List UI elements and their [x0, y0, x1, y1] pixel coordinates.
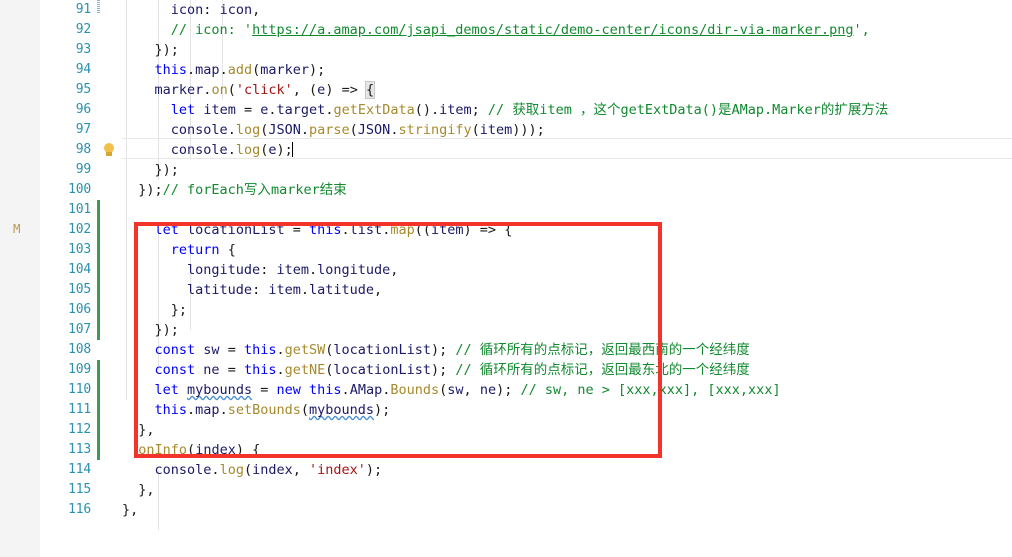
line-number: 107 [68, 322, 91, 337]
line-number: 114 [68, 462, 91, 477]
editor-marker-strip: M [0, 0, 40, 557]
code-line[interactable]: const ne = this.getNE(locationList); // … [122, 360, 1012, 380]
line-number: 115 [68, 482, 91, 497]
code-line[interactable]: }, [122, 500, 1012, 520]
line-number: 96 [75, 102, 91, 117]
code-line[interactable]: }, [122, 480, 1012, 500]
line-number: 101 [68, 202, 91, 217]
line-number: 97 [75, 122, 91, 137]
line-number: 100 [68, 182, 91, 197]
code-line[interactable]: return { [122, 240, 1012, 260]
lightbulb-quickfix-icon[interactable] [103, 143, 115, 157]
line-number: 111 [68, 402, 91, 417]
line-number: 108 [68, 342, 91, 357]
line-number: 109 [68, 362, 91, 377]
line-number: 103 [68, 242, 91, 257]
code-line[interactable]: this.map.add(marker); [122, 60, 1012, 80]
line-number: 91 [75, 2, 91, 17]
code-line[interactable]: }); [122, 320, 1012, 340]
line-number: 106 [68, 302, 91, 317]
code-line[interactable]: this.map.setBounds(mybounds); [122, 400, 1012, 420]
line-number: 105 [68, 282, 91, 297]
line-number: 95 [75, 82, 91, 97]
line-number: 112 [68, 422, 91, 437]
code-line[interactable]: let locationList = this.list.map((item) … [122, 220, 1012, 240]
line-number: 98 [75, 142, 91, 157]
line-number: 93 [75, 42, 91, 57]
line-number: 94 [75, 62, 91, 77]
line-number: 99 [75, 162, 91, 177]
code-line[interactable]: });// forEach写入marker结束 [122, 180, 1012, 200]
code-line[interactable]: let mybounds = new this.AMap.Bounds(sw, … [122, 380, 1012, 400]
code-lines: icon: icon, // icon: 'https://a.amap.com… [122, 0, 1012, 520]
code-line[interactable]: latitude: item.latitude, [122, 280, 1012, 300]
code-line[interactable]: console.log(e); [122, 140, 1012, 160]
code-line[interactable]: const sw = this.getSW(locationList); // … [122, 340, 1012, 360]
code-line[interactable]: // icon: 'https://a.amap.com/jsapi_demos… [122, 20, 1012, 40]
line-number: 104 [68, 262, 91, 277]
code-line[interactable]: }; [122, 300, 1012, 320]
line-number-gutter[interactable]: 91 92 93 94 95 96 97 98 99 100 101 102 103 104 105 106 1… [40, 0, 100, 557]
modified-indicator: M [13, 221, 21, 236]
code-line[interactable] [122, 200, 1012, 220]
lightbulb-base-icon [106, 152, 112, 156]
code-line[interactable]: let item = e.target.getExtData().item; /… [122, 100, 1012, 120]
code-line[interactable]: }, [122, 420, 1012, 440]
line-number: 110 [68, 382, 91, 397]
line-number-list: 91 92 93 94 95 96 97 98 99 100 101 102 103 104 105 106 1… [40, 0, 100, 520]
line-number: 116 [68, 502, 91, 517]
quickfix-gutter[interactable] [100, 0, 122, 557]
code-line[interactable]: onInfo(index) { [122, 440, 1012, 460]
text-caret [291, 142, 293, 157]
line-number: 92 [75, 22, 91, 37]
code-line[interactable]: longitude: item.longitude, [122, 260, 1012, 280]
code-line[interactable]: icon: icon, [122, 0, 1012, 20]
code-line[interactable]: console.log(JSON.parse(JSON.stringify(it… [122, 120, 1012, 140]
code-text-area[interactable]: icon: icon, // icon: 'https://a.amap.com… [122, 0, 1012, 557]
code-line[interactable]: marker.on('click', (e) => { [122, 80, 1012, 100]
code-line[interactable]: }); [122, 40, 1012, 60]
line-number: 102 [68, 222, 91, 237]
code-editor[interactable]: M 91 92 93 94 95 96 97 98 99 100 101 102 103 104 105 10… [0, 0, 1012, 557]
code-line[interactable]: console.log(index, 'index'); [122, 460, 1012, 480]
line-number: 113 [68, 442, 91, 457]
code-line[interactable]: }); [122, 160, 1012, 180]
